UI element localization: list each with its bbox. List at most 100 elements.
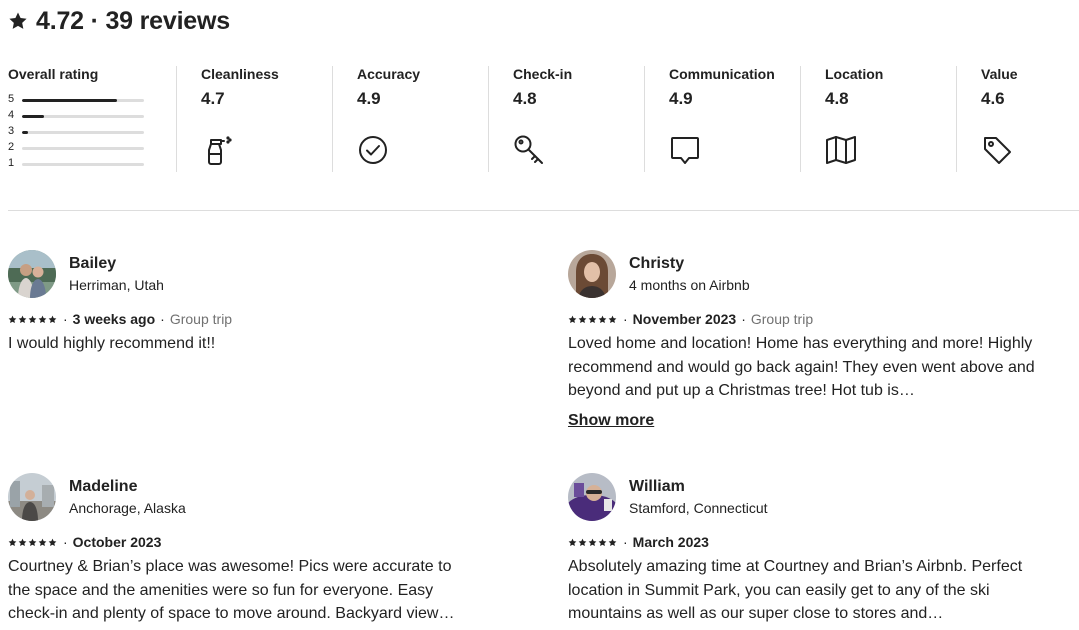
reviewer-name[interactable]: Madeline — [69, 478, 137, 496]
category-label: Location — [825, 66, 884, 82]
star-icon — [8, 538, 17, 546]
reviewer-name[interactable]: Christy — [629, 255, 684, 273]
category-accuracy: Accuracy 4.9 — [332, 66, 488, 172]
star-icon — [38, 315, 47, 323]
review-meta: · 3 weeks ago · Group trip — [8, 311, 232, 327]
rating-bar-row: 4 — [8, 109, 148, 122]
rating-bar-track — [22, 131, 144, 134]
star-icon — [608, 315, 617, 323]
spray-bottle-icon — [208, 136, 232, 165]
rating-bar-row: 5 — [8, 93, 148, 106]
trip-type: Group trip — [750, 311, 814, 327]
star-rating — [8, 315, 57, 324]
category-cleanliness: Cleanliness 4.7 — [176, 66, 332, 172]
rating-bar-fill — [22, 131, 29, 134]
reviewer-location: 4 months on Airbnb — [629, 277, 750, 293]
category-check-in: Check-in 4.8 — [488, 66, 644, 172]
star-icon — [578, 538, 587, 546]
category-score: 4.8 — [513, 89, 537, 108]
star-rating — [568, 538, 617, 547]
star-icon — [18, 315, 27, 323]
rating-bar-fill — [22, 99, 118, 102]
key-icon — [514, 135, 543, 164]
category-label: Cleanliness — [201, 66, 279, 82]
rating-bar-fill — [22, 115, 44, 118]
star-icon — [578, 315, 587, 323]
price-tag-icon — [984, 137, 1011, 164]
reviewer-location: Anchorage, Alaska — [69, 500, 186, 516]
avatar[interactable] — [568, 473, 616, 521]
chat-bubble-icon — [671, 137, 699, 164]
star-icon — [48, 538, 57, 546]
category-label: Value — [981, 66, 1018, 82]
star-icon — [48, 315, 57, 323]
reviewer-name[interactable]: Bailey — [69, 255, 116, 273]
map-icon — [826, 136, 856, 164]
reviewer-location: Herriman, Utah — [69, 277, 164, 293]
review-date: 3 weeks ago — [72, 311, 156, 327]
star-icon — [588, 538, 597, 546]
star-rating — [8, 538, 57, 547]
category-label: Check-in — [513, 66, 573, 82]
star-icon — [608, 538, 617, 546]
rating-bar-star-count: 1 — [8, 157, 15, 169]
check-circle-icon — [359, 136, 387, 164]
star-icon — [598, 538, 607, 546]
category-label: Accuracy — [357, 66, 421, 82]
overall-rating-label: Overall rating — [8, 66, 99, 82]
review-date: October 2023 — [72, 534, 162, 550]
rating-bar-star-count: 3 — [8, 125, 15, 137]
rating-summary-title: 4.72 · 39 reviews — [36, 6, 230, 35]
category-value: Value 4.6 — [956, 66, 1079, 172]
star-icon — [28, 315, 37, 323]
star-icon — [38, 538, 47, 546]
review-text: Loved home and location! Home has everyt… — [568, 335, 1035, 399]
rating-bar-row: 1 — [8, 157, 148, 170]
rating-bar-track — [22, 115, 144, 118]
category-score: 4.9 — [669, 89, 693, 108]
category-location: Location 4.8 — [800, 66, 956, 172]
review-text: Absolutely amazing time at Courtney and … — [568, 558, 1023, 622]
review-date: November 2023 — [632, 311, 737, 327]
review-date: March 2023 — [632, 534, 709, 550]
rating-bar-row: 3 — [8, 125, 148, 138]
avatar[interactable] — [8, 473, 56, 521]
reviewer-location: Stamford, Connecticut — [629, 500, 768, 516]
rating-bar-track — [22, 99, 144, 102]
category-score: 4.6 — [981, 89, 1005, 108]
avatar[interactable] — [568, 250, 616, 298]
review-text: I would highly recommend it!! — [8, 335, 216, 352]
star-rating — [568, 315, 617, 324]
trip-type: Group trip — [169, 311, 233, 327]
reviews-header: 4.72 · 39 reviews — [8, 6, 230, 36]
avatar[interactable] — [8, 250, 56, 298]
reviewer-name[interactable]: William — [629, 478, 685, 496]
rating-bar-star-count: 5 — [8, 93, 15, 105]
section-divider — [8, 210, 1079, 211]
rating-bar-track — [22, 163, 144, 166]
ratings-overview: Overall rating 5 4 3 2 1 Cleanliness 4.7 — [8, 66, 1079, 172]
star-icon — [8, 315, 17, 323]
category-communication: Communication 4.9 — [644, 66, 800, 172]
rating-bar-star-count: 2 — [8, 141, 15, 153]
review-meta: · November 2023 · Group trip — [568, 311, 813, 327]
category-label: Communication — [669, 66, 775, 82]
star-icon — [18, 538, 27, 546]
review-meta: · March 2023 — [568, 534, 709, 550]
category-score: 4.7 — [201, 89, 225, 108]
star-icon — [598, 315, 607, 323]
star-icon — [9, 12, 27, 29]
star-icon — [588, 315, 597, 323]
star-icon — [568, 315, 577, 323]
review-meta: · October 2023 — [8, 534, 161, 550]
overall-rating: Overall rating 5 4 3 2 1 — [8, 66, 176, 169]
star-icon — [28, 538, 37, 546]
rating-bar-track — [22, 147, 144, 150]
category-score: 4.8 — [825, 89, 849, 108]
star-icon — [568, 538, 577, 546]
review-text: Courtney & Brian’s place was awesome! Pi… — [8, 558, 455, 622]
category-score: 4.9 — [357, 89, 381, 108]
rating-bar-row: 2 — [8, 141, 148, 154]
rating-bar-star-count: 4 — [8, 109, 15, 121]
show-more-link[interactable]: Show more — [568, 412, 654, 430]
